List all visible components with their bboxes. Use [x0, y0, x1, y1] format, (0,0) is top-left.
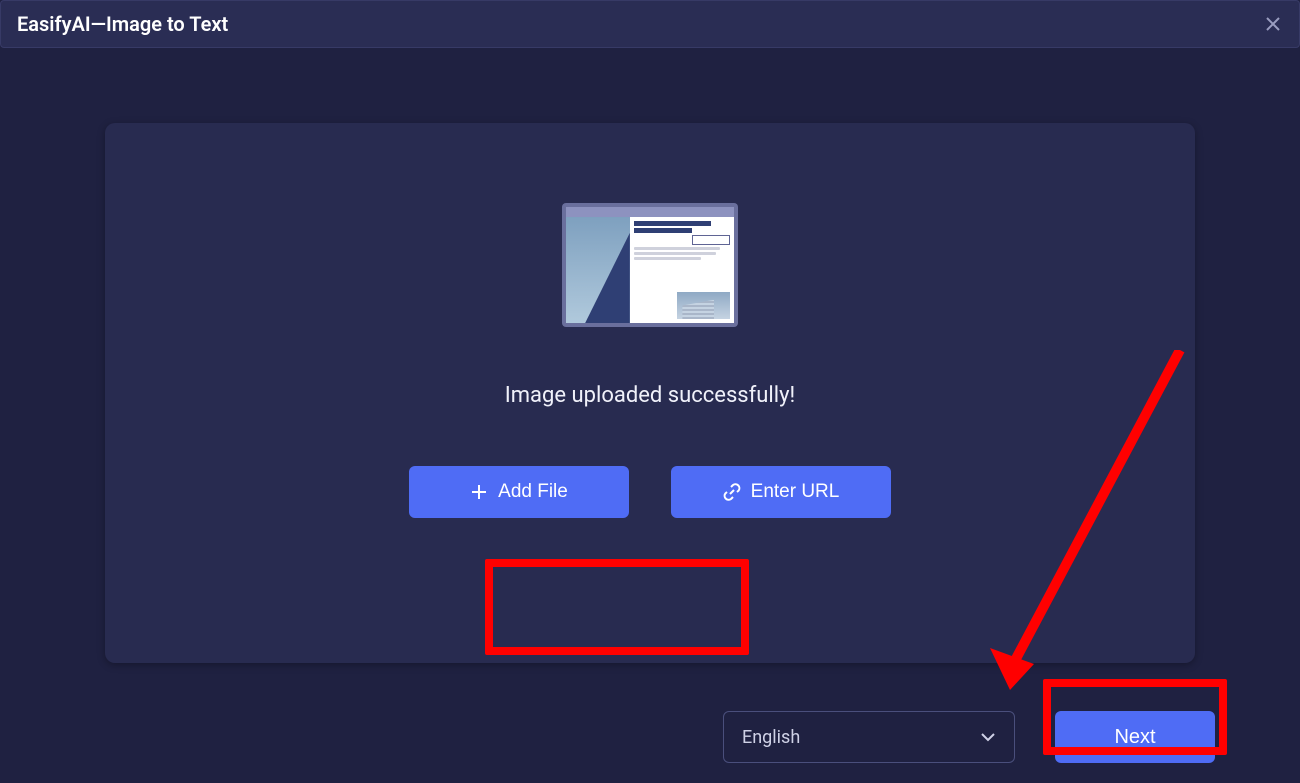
- thumbnail-content: [566, 207, 734, 323]
- add-file-button[interactable]: Add File: [409, 466, 629, 518]
- close-button[interactable]: [1259, 10, 1287, 38]
- next-button[interactable]: Next: [1055, 711, 1215, 763]
- app-title: EasifyAI—Image to Text: [17, 12, 228, 36]
- titlebar: EasifyAI—Image to Text: [0, 0, 1300, 48]
- uploaded-image-thumbnail[interactable]: [562, 203, 738, 327]
- action-buttons: Add File Enter URL: [105, 466, 1195, 518]
- language-selected-value: English: [742, 727, 800, 748]
- link-icon: [723, 483, 741, 501]
- add-file-label: Add File: [498, 481, 568, 503]
- enter-url-button[interactable]: Enter URL: [671, 466, 891, 518]
- language-select[interactable]: English: [723, 711, 1015, 763]
- upload-status-message: Image uploaded successfully!: [105, 383, 1195, 408]
- footer-bar: English Next: [0, 711, 1300, 763]
- enter-url-label: Enter URL: [751, 481, 840, 503]
- close-icon: [1265, 16, 1281, 32]
- upload-area: Image uploaded successfully! Add File En…: [105, 123, 1195, 663]
- chevron-down-icon: [980, 729, 996, 745]
- plus-icon: [470, 483, 488, 501]
- annotation-highlight-addfile: [485, 559, 749, 655]
